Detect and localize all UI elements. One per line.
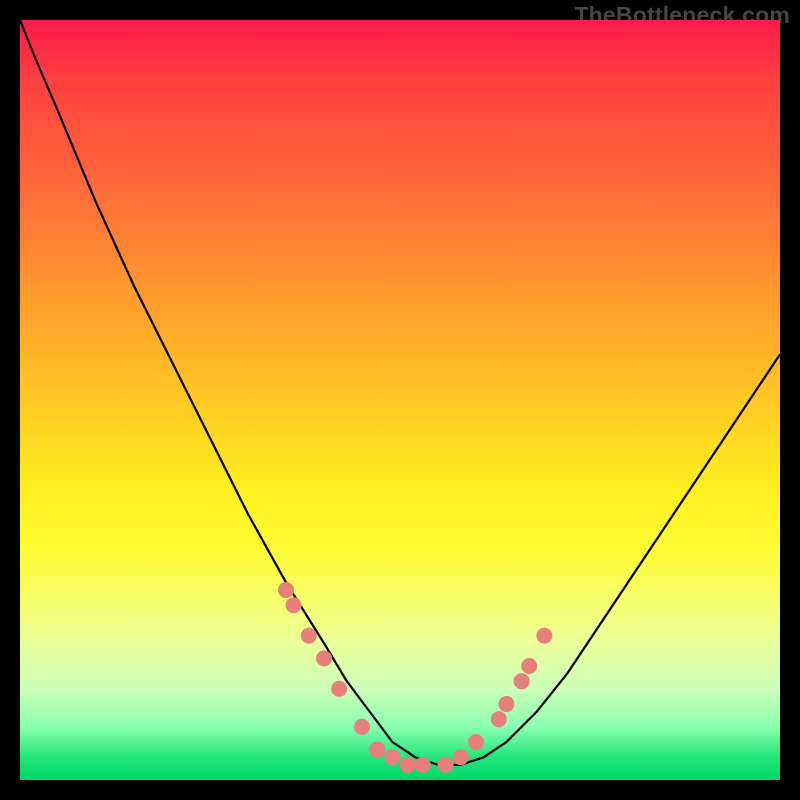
highlight-dot (384, 749, 400, 765)
chart-frame: TheBottleneck.com (0, 0, 800, 800)
highlight-dot (369, 742, 385, 758)
highlight-dot (286, 597, 302, 613)
highlight-dot (514, 673, 530, 689)
bottleneck-curve (20, 20, 780, 765)
highlight-dot (498, 696, 514, 712)
highlight-dots (278, 582, 552, 773)
highlight-dot (331, 681, 347, 697)
highlight-dot (521, 658, 537, 674)
highlight-dot (354, 719, 370, 735)
highlight-dot (415, 757, 431, 773)
curve-svg (20, 20, 780, 780)
highlight-dot (491, 711, 507, 727)
plot-area (20, 20, 780, 780)
highlight-dot (468, 734, 484, 750)
highlight-dot (316, 650, 332, 666)
highlight-dot (400, 757, 416, 773)
highlight-dot (301, 628, 317, 644)
highlight-dot (536, 628, 552, 644)
highlight-dot (438, 757, 454, 773)
highlight-dot (278, 582, 294, 598)
highlight-dot (453, 749, 469, 765)
